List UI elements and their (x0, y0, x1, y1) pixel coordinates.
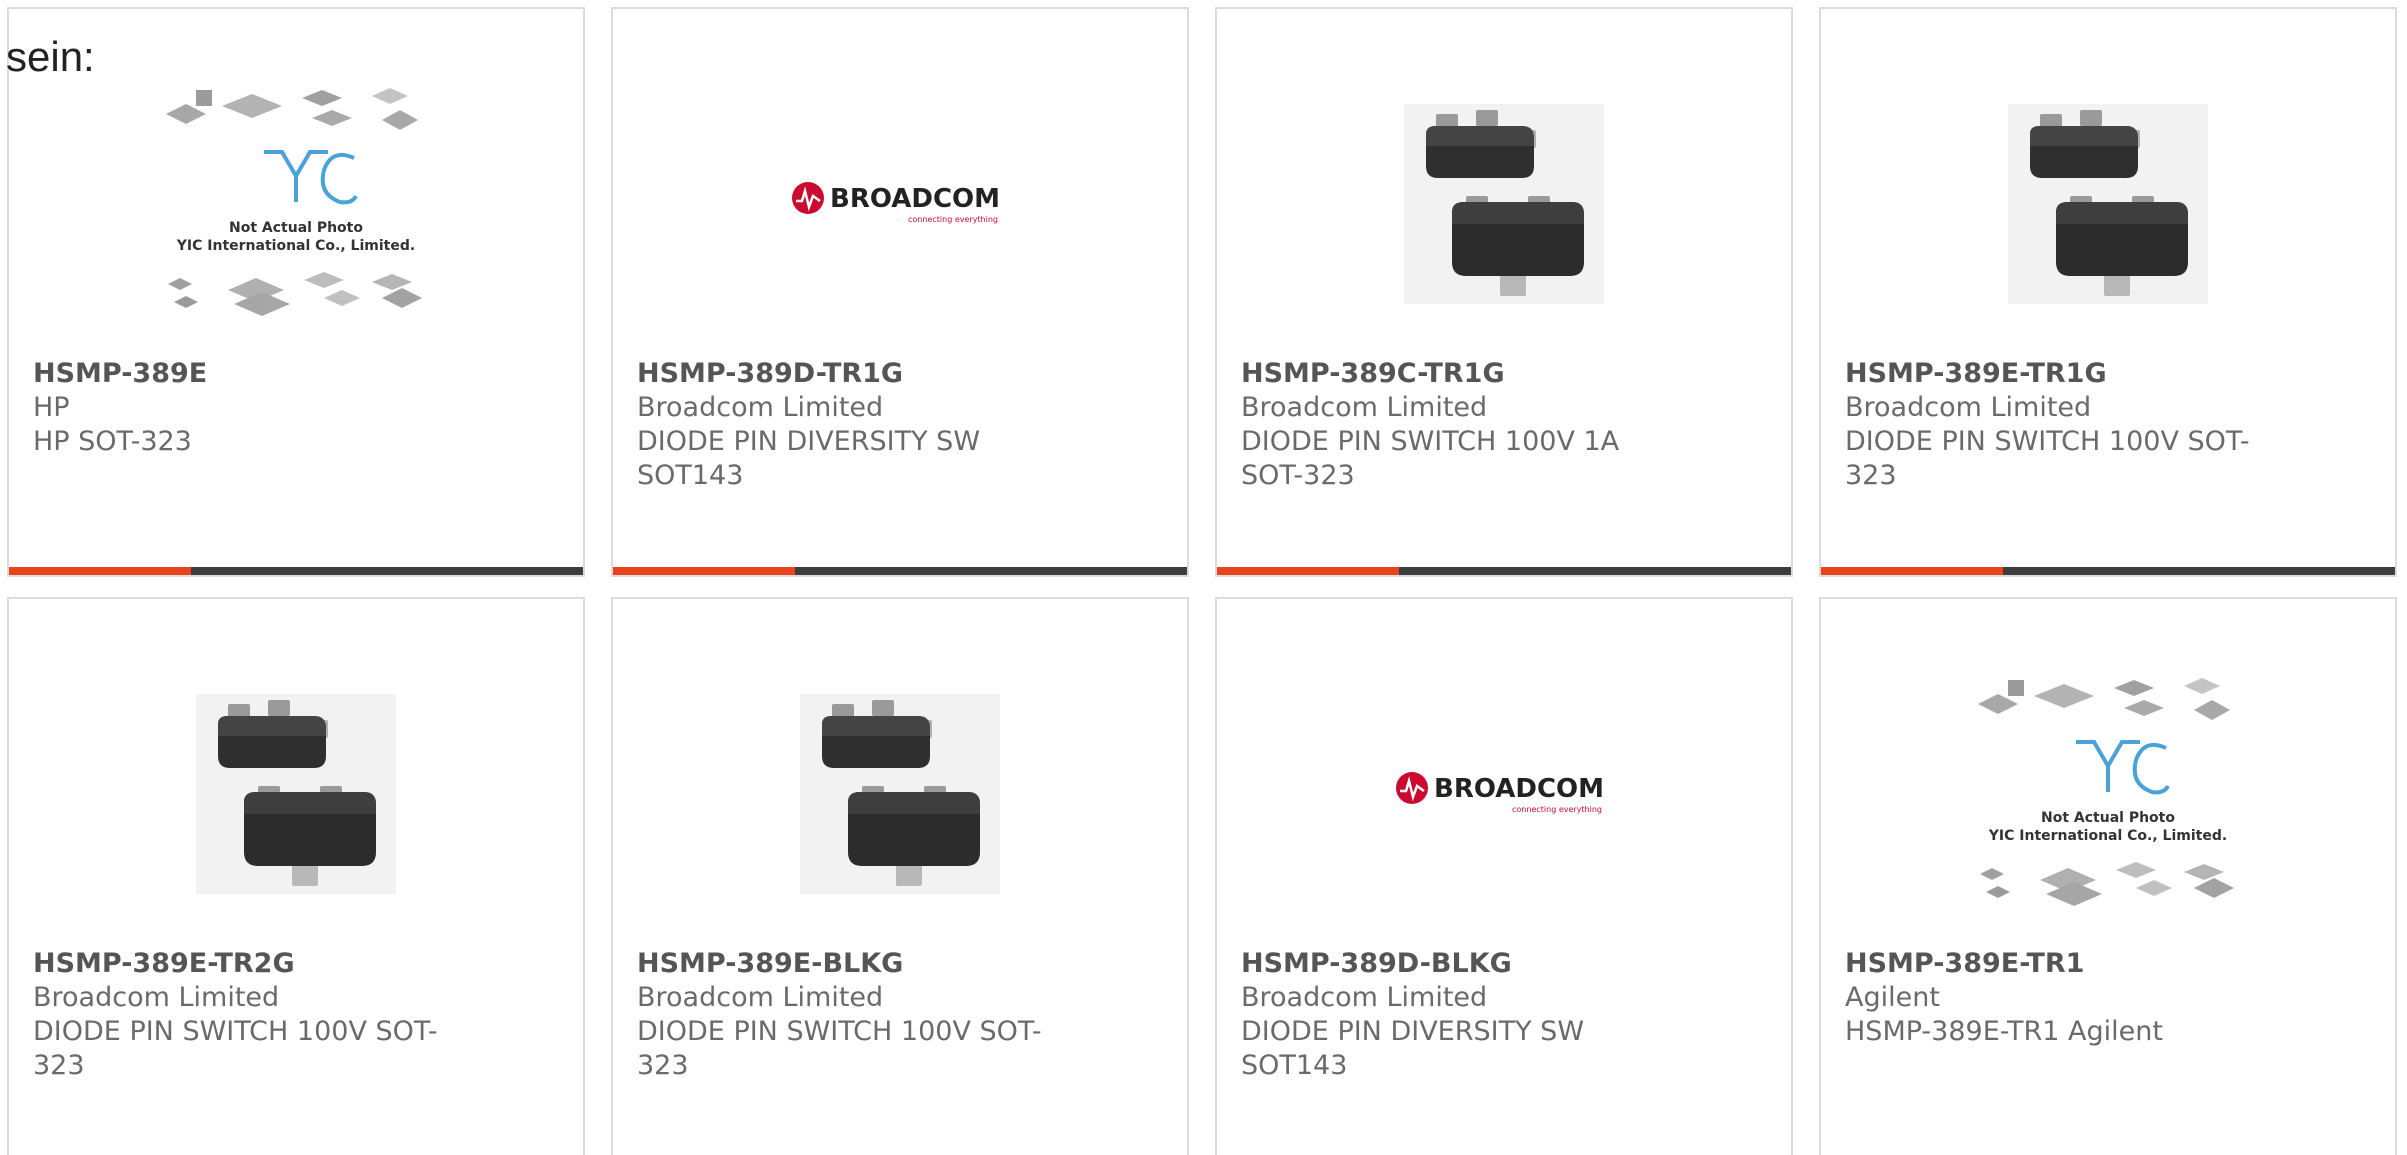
product-image[interactable] (613, 659, 1187, 929)
description: DIODE PIN SWITCH 100V SOT-323 (637, 1016, 1042, 1081)
product-grid-page: sein: Not Actual Photo YIC International… (0, 0, 2407, 1155)
manufacturer: Broadcom Limited (637, 982, 884, 1013)
description: DIODE PIN SWITCH 100V SOT-323 (33, 1016, 438, 1081)
manufacturer: Broadcom Limited (1845, 392, 2092, 423)
part-number[interactable]: HSMP-389D-BLKG (1241, 947, 1661, 981)
part-number[interactable]: HSMP-389E (33, 357, 453, 391)
product-card[interactable]: HSMP-389C-TR1G Broadcom Limited DIODE PI… (1215, 7, 1793, 577)
manufacturer: HP (33, 392, 70, 423)
part-number[interactable]: HSMP-389E-TR2G (33, 947, 453, 981)
intro-text: sein: (6, 33, 95, 80)
part-number[interactable]: HSMP-389E-TR1G (1845, 357, 2265, 391)
product-card[interactable]: HSMP-389E-TR2G Broadcom Limited DIODE PI… (7, 597, 585, 1155)
description: DIODE PIN SWITCH 100V SOT-323 (1845, 426, 2250, 491)
part-number[interactable]: HSMP-389E-BLKG (637, 947, 1057, 981)
description: DIODE PIN DIVERSITY SW SOT143 (1241, 1016, 1585, 1081)
description: HSMP-389E-TR1 Agilent (1845, 1016, 2163, 1047)
product-card[interactable]: Not Actual Photo YIC International Co., … (7, 7, 585, 577)
manufacturer: Broadcom Limited (637, 392, 884, 423)
product-image[interactable]: Not Actual Photo YIC International Co., … (1821, 659, 2395, 929)
manufacturer: Broadcom Limited (1241, 392, 1488, 423)
chip-photo (800, 694, 1000, 894)
card-bar-accent (1821, 567, 2003, 575)
card-bar (9, 567, 583, 575)
manufacturer: Broadcom Limited (1241, 982, 1488, 1013)
product-image[interactable] (1821, 69, 2395, 339)
product-card[interactable]: HSMP-389E-BLKG Broadcom Limited DIODE PI… (611, 597, 1189, 1155)
product-card[interactable]: BROADCOM connecting everything HSMP-389D… (1215, 597, 1793, 1155)
broadcom-name: BROADCOM (830, 184, 1000, 214)
product-image[interactable]: BROADCOM connecting everything (613, 69, 1187, 339)
broadcom-tagline: connecting everything (908, 215, 998, 224)
product-card[interactable]: BROADCOM connecting everything HSMP-389D… (611, 7, 1189, 577)
card-bar (1217, 567, 1791, 575)
product-image[interactable] (1217, 69, 1791, 339)
placeholder-line1: Not Actual Photo (2041, 810, 2175, 826)
product-image[interactable]: BROADCOM connecting everything (1217, 659, 1791, 929)
manufacturer: Broadcom Limited (33, 982, 280, 1013)
placeholder-icon: Not Actual Photo YIC International Co., … (1978, 678, 2234, 906)
chip-photo (196, 694, 396, 894)
placeholder-line2: YIC International Co., Limited. (176, 238, 415, 254)
broadcom-logo: BROADCOM connecting everything (792, 182, 1000, 224)
card-bar-accent (1217, 567, 1399, 575)
part-number[interactable]: HSMP-389D-TR1G (637, 357, 1057, 391)
card-bar (1821, 567, 2395, 575)
placeholder-line2: YIC International Co., Limited. (1988, 828, 2227, 844)
card-bar-accent (9, 567, 191, 575)
product-image[interactable] (9, 659, 583, 929)
broadcom-name: BROADCOM (1434, 774, 1604, 804)
chip-photo (1404, 104, 1604, 304)
part-number[interactable]: HSMP-389E-TR1 (1845, 947, 2265, 981)
manufacturer: Agilent (1845, 982, 1940, 1013)
product-card[interactable]: HSMP-389E-TR1G Broadcom Limited DIODE PI… (1819, 7, 2397, 577)
chip-photo (2008, 104, 2208, 304)
card-bar-accent (613, 567, 795, 575)
description: HP SOT-323 (33, 426, 192, 457)
description: DIODE PIN DIVERSITY SW SOT143 (637, 426, 981, 491)
card-bar (613, 567, 1187, 575)
broadcom-logo: BROADCOM connecting everything (1396, 772, 1604, 814)
product-card[interactable]: Not Actual Photo YIC International Co., … (1819, 597, 2397, 1155)
broadcom-tagline: connecting everything (1512, 805, 1602, 814)
product-image[interactable]: Not Actual Photo YIC International Co., … (9, 69, 583, 339)
placeholder-icon: Not Actual Photo YIC International Co., … (166, 88, 422, 316)
placeholder-line1: Not Actual Photo (229, 220, 363, 236)
description: DIODE PIN SWITCH 100V 1A SOT-323 (1241, 426, 1620, 491)
part-number[interactable]: HSMP-389C-TR1G (1241, 357, 1661, 391)
